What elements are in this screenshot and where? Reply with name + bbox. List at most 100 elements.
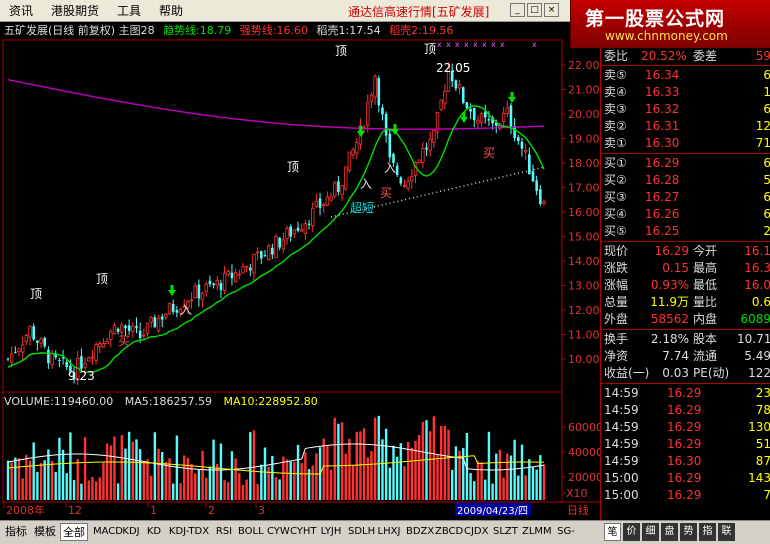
- indicator-tab[interactable]: CYW: [265, 523, 290, 541]
- candle-body: [355, 142, 359, 154]
- divider: [601, 153, 770, 154]
- stat-value-2: 16.3: [744, 261, 770, 275]
- indicator-tab[interactable]: RSI: [213, 523, 235, 541]
- fund-label: 净资: [604, 349, 629, 363]
- tab-2[interactable]: 全部: [60, 523, 88, 541]
- indicator-tab[interactable]: KD: [143, 523, 165, 541]
- volume-bar: [359, 431, 362, 500]
- candle-body: [252, 253, 256, 274]
- top-marker-label: 顶: [96, 272, 108, 286]
- candle-body: [443, 91, 447, 104]
- volume-bar: [197, 469, 201, 500]
- volume-bar: [304, 452, 307, 500]
- candle-body: [101, 343, 106, 348]
- candle-body: [337, 181, 340, 192]
- candle-body: [476, 119, 480, 124]
- bid-row[interactable]: 买⑤ 16.25 2: [601, 223, 770, 240]
- panel-button[interactable]: 盘: [661, 523, 678, 541]
- volume-bar: [278, 479, 281, 500]
- candle-body: [311, 207, 315, 226]
- candle-body: [271, 247, 274, 255]
- tick-row[interactable]: 15:00 16.29 143: [601, 470, 770, 487]
- volume-bar: [116, 483, 120, 500]
- ask-row[interactable]: 卖② 16.31 12: [601, 118, 770, 135]
- buy-marker-label: 买: [118, 334, 130, 348]
- stat-label: 涨跌: [604, 261, 629, 275]
- volume-bar: [58, 437, 61, 500]
- tick-row[interactable]: 14:59 16.29 23: [601, 385, 770, 402]
- candle-body: [520, 141, 524, 149]
- ask-row[interactable]: 卖④ 16.33 1: [601, 84, 770, 101]
- indicator-tab[interactable]: ZBCD: [433, 523, 463, 541]
- candle-body: [322, 203, 326, 207]
- candle-body: [80, 356, 83, 369]
- price-tick-label: 11.00: [568, 329, 600, 342]
- indicator-tab[interactable]: LHXJ: [375, 523, 403, 541]
- candle-body: [366, 102, 370, 126]
- order-ratio-row: 委比 20.52% 委差 59: [601, 48, 770, 65]
- tab-0[interactable]: 指标: [2, 523, 30, 541]
- bid-row[interactable]: 买② 16.28 5: [601, 172, 770, 189]
- indicator-tab[interactable]: SG-LB: [549, 523, 583, 541]
- volume-bar: [484, 479, 487, 500]
- ask-row[interactable]: 卖③ 16.32 6: [601, 101, 770, 118]
- volume-bar: [326, 445, 329, 500]
- tick-row[interactable]: 14:59 16.29 130: [601, 419, 770, 436]
- stat-row: 现价 16.29 今开 16.1: [601, 243, 770, 260]
- candle-body: [6, 358, 10, 360]
- panel-button[interactable]: 势: [680, 523, 697, 541]
- candle-body: [505, 107, 509, 114]
- ask-row[interactable]: 卖① 16.30 71: [601, 135, 770, 152]
- indicator-tab[interactable]: LYJH: [317, 523, 345, 541]
- tab-1[interactable]: 模板: [31, 523, 59, 541]
- price-tick-label: 12.00: [568, 304, 600, 317]
- volume-bar: [282, 456, 285, 500]
- volume-info-line: VOLUME:119460.00 MA5:186257.59 MA10:2289…: [4, 395, 326, 409]
- tick-row[interactable]: 14:59 16.30 87: [601, 453, 770, 470]
- tick-row[interactable]: 14:59 16.29 51: [601, 436, 770, 453]
- tick-price: 16.29: [667, 437, 702, 451]
- bid-row[interactable]: 买① 16.29 6: [601, 155, 770, 172]
- candle-body: [487, 119, 491, 121]
- candle-body: [43, 337, 47, 347]
- panel-button[interactable]: 笔: [604, 523, 621, 541]
- indicator-tab[interactable]: BOLL: [236, 523, 264, 541]
- tick-row[interactable]: 14:59 16.29 78: [601, 402, 770, 419]
- volume-bar: [517, 475, 520, 500]
- bid-row[interactable]: 买④ 16.26 6: [601, 206, 770, 223]
- panel-button[interactable]: 价: [623, 523, 640, 541]
- candle-body: [241, 266, 245, 274]
- stock-terminal-window: 资讯 港股期货 工具 帮助 通达信高速行情[五矿发展] _ □ × 第一股票公式…: [0, 0, 770, 544]
- indicator-tab[interactable]: MACD: [91, 523, 123, 541]
- candle-body: [14, 351, 17, 353]
- indicator-tab[interactable]: SDLH: [346, 523, 375, 541]
- panel-button[interactable]: 联: [718, 523, 735, 541]
- panel-button[interactable]: 指: [699, 523, 716, 541]
- candle-body: [263, 255, 267, 257]
- ask-row[interactable]: 卖⑤ 16.34 6: [601, 67, 770, 84]
- indicator-tab[interactable]: CJDX: [462, 523, 490, 541]
- indicator-tab[interactable]: BDZX: [404, 523, 434, 541]
- volume-bar: [69, 432, 72, 500]
- bid-row[interactable]: 买③ 16.27 6: [601, 189, 770, 206]
- volume-bar: [410, 447, 414, 500]
- candle-body: [120, 324, 124, 333]
- indicator-tab[interactable]: ZLMM: [520, 523, 552, 541]
- ask-volume: 12: [755, 119, 770, 133]
- indicator-tab[interactable]: KDJ: [120, 523, 142, 541]
- volume-bar: [249, 432, 252, 500]
- panel-button[interactable]: 细: [642, 523, 659, 541]
- order-ratio-value: 20.52%: [641, 49, 687, 63]
- tick-volume: 130: [748, 420, 770, 434]
- indicator-tab[interactable]: SLZT: [491, 523, 519, 541]
- price-tick-label: 22.00: [568, 59, 600, 72]
- volume-bar: [531, 467, 535, 500]
- indicator-tab[interactable]: KDJ-TDX: [166, 523, 212, 541]
- tick-row[interactable]: 15:00 16.29 7: [601, 487, 770, 504]
- volume-bar: [513, 439, 516, 500]
- ask-volume: 1: [763, 85, 770, 99]
- indicator-tab[interactable]: CYHT: [288, 523, 317, 541]
- signal-dot-marker: x: [446, 40, 451, 49]
- kline-chart[interactable]: 22.00 21.00 20.00 19.00 18.00 17.00 16.00 15.00…: [0, 0, 600, 520]
- fund-value: 0.03: [662, 366, 689, 380]
